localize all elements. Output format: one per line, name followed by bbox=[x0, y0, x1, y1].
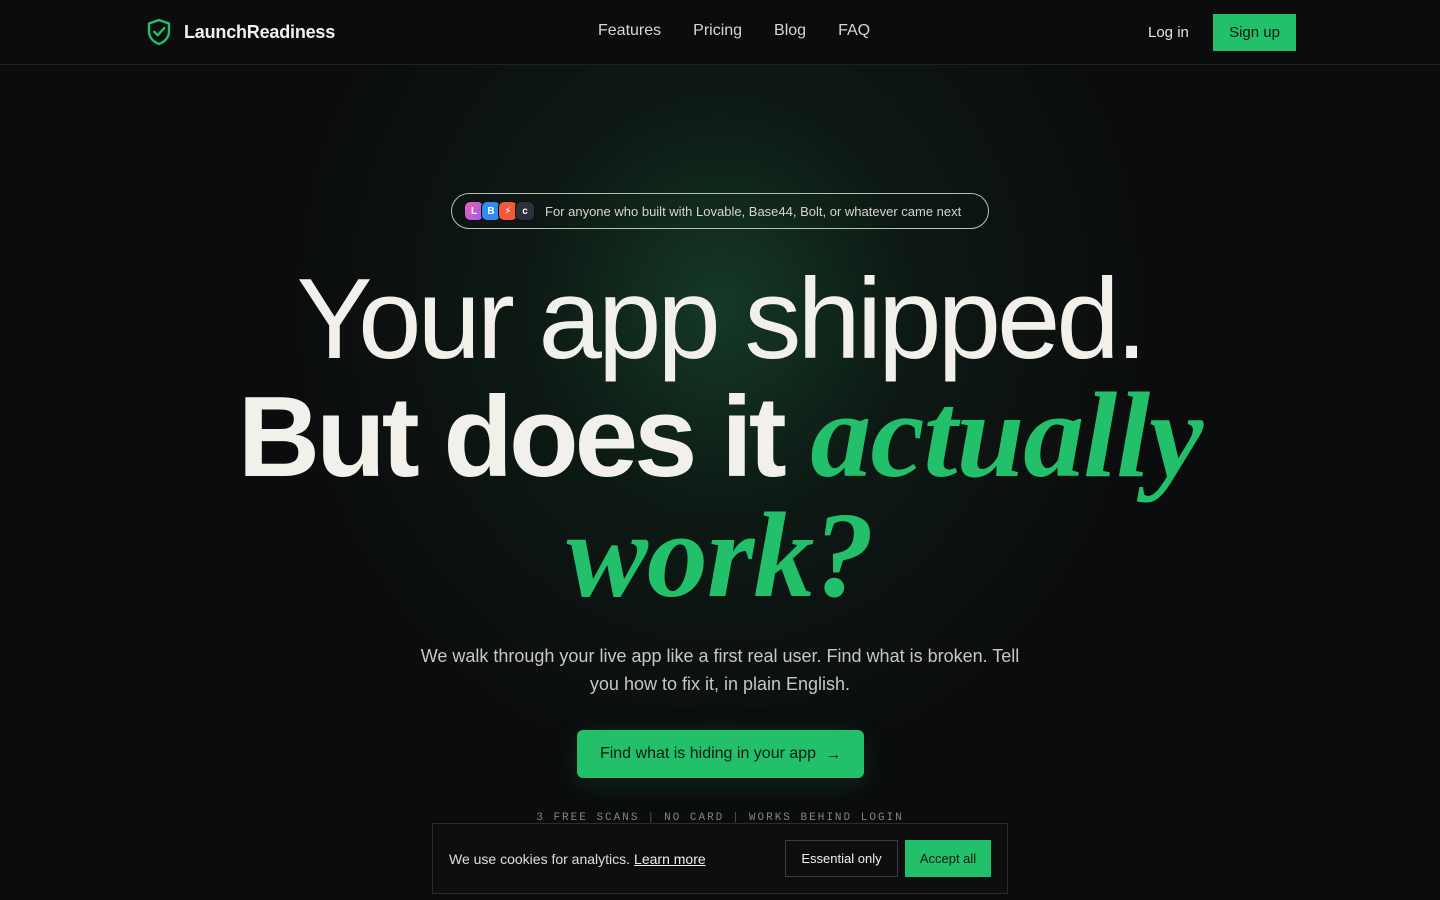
cookie-learn-more-link[interactable]: Learn more bbox=[634, 851, 706, 867]
top-nav: LaunchReadiness Features Pricing Blog FA… bbox=[0, 0, 1440, 65]
other-builder-logo-icon: c bbox=[515, 201, 535, 221]
signup-button[interactable]: Sign up bbox=[1213, 14, 1296, 51]
cta-label: Find what is hiding in your app bbox=[599, 745, 817, 762]
brand-logo-link[interactable]: LaunchReadiness bbox=[146, 18, 335, 46]
accept-all-button[interactable]: Accept all bbox=[905, 840, 991, 877]
builders-badge: L B ⚡ c For anyone who built with Lovabl… bbox=[451, 193, 989, 229]
find-issues-cta-button[interactable]: Find what is hiding in your app → bbox=[577, 730, 864, 778]
nav-link-features[interactable]: Features bbox=[598, 22, 661, 40]
cookie-message: We use cookies for analytics. Learn more bbox=[449, 851, 706, 867]
essential-only-button[interactable]: Essential only bbox=[785, 840, 898, 877]
headline-accent-actually: actually bbox=[810, 368, 1203, 503]
headline-accent-work: work? bbox=[566, 488, 875, 623]
builder-logos: L B ⚡ c bbox=[464, 201, 535, 221]
headline-line-2: But does it actually bbox=[0, 375, 1440, 497]
headline-line-3: work? bbox=[0, 495, 1440, 645]
nav-link-pricing[interactable]: Pricing bbox=[693, 22, 742, 40]
badge-text: For anyone who built with Lovable, Base4… bbox=[545, 203, 962, 219]
hero-subtext: We walk through your live app like a fir… bbox=[420, 646, 1020, 694]
arrow-right-icon: → bbox=[826, 745, 842, 763]
nav-link-faq[interactable]: FAQ bbox=[838, 22, 870, 40]
brand-name: LaunchReadiness bbox=[184, 21, 336, 42]
login-link[interactable]: Log in bbox=[1148, 24, 1189, 41]
headline-line-2-plain: But does it bbox=[237, 374, 811, 501]
nav-links: Features Pricing Blog FAQ bbox=[598, 22, 870, 40]
cookie-text: We use cookies for analytics. bbox=[449, 851, 631, 867]
headline-line-1: Your app shipped. bbox=[296, 256, 1148, 383]
cookie-banner: We use cookies for analytics. Learn more … bbox=[432, 823, 1008, 894]
nav-link-blog[interactable]: Blog bbox=[774, 22, 806, 40]
shield-check-icon bbox=[146, 18, 172, 46]
landing-page: LaunchReadiness Features Pricing Blog FA… bbox=[0, 0, 1440, 900]
